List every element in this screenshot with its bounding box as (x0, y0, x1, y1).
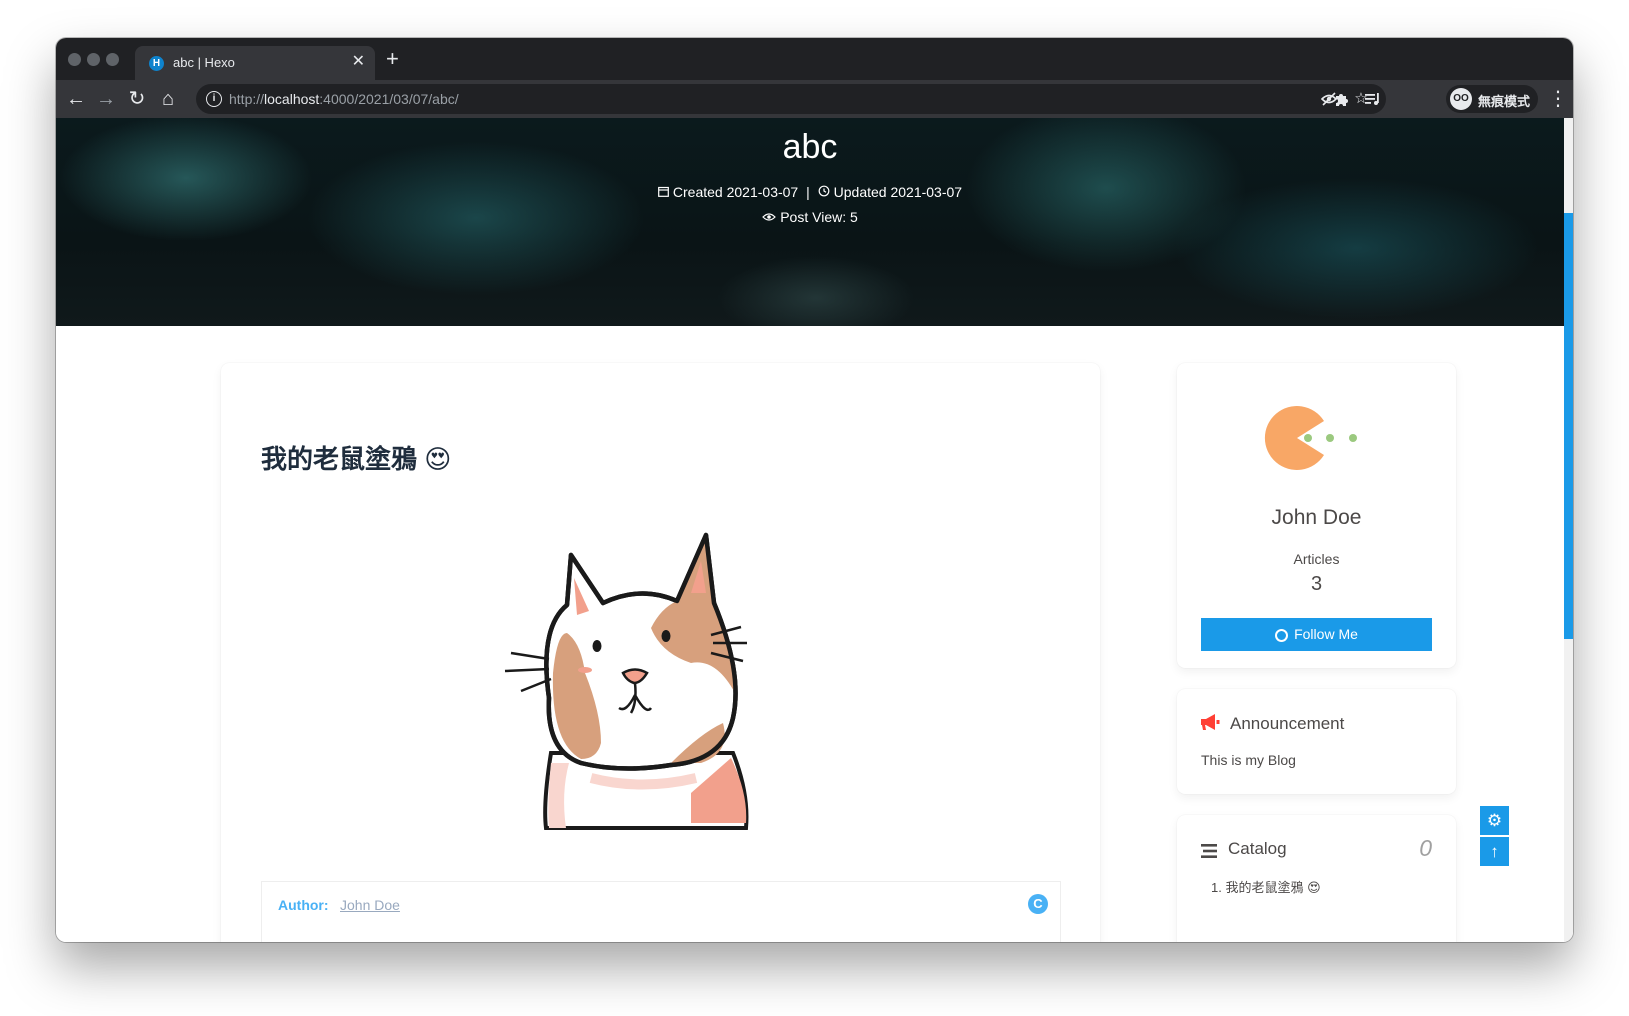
post-views: Post View: 5 (780, 209, 858, 225)
history-icon (818, 185, 830, 200)
settings-button[interactable]: ⚙ (1480, 806, 1509, 835)
articles-count[interactable]: 3 (1177, 573, 1456, 596)
incognito-profile-button[interactable]: OO 無痕模式 (1446, 85, 1538, 113)
incognito-label: 無痕模式 (1478, 94, 1531, 109)
browser-menu-icon[interactable]: ⋮ (1546, 87, 1570, 111)
browser-toolbar: ← → ↻ ⌂ i http://localhost:4000/2021/03/… (56, 80, 1573, 118)
reload-icon[interactable]: ↻ (125, 87, 149, 111)
media-queue-icon[interactable] (1361, 87, 1385, 111)
created-date: Created 2021-03-07 (672, 184, 799, 200)
meta-separator: | (806, 184, 810, 200)
copyright-author-link[interactable]: John Doe (340, 897, 400, 913)
post-header-banner: abc Created 2021-03-07 | Updated 2021-03… (56, 118, 1564, 326)
extensions-puzzle-icon[interactable] (1330, 87, 1354, 111)
back-icon[interactable]: ← (64, 87, 88, 111)
updated-date: Updated 2021-03-07 (833, 184, 963, 200)
announcement-title: Announcement (1230, 714, 1345, 733)
copyright-author-label: Author: (278, 897, 329, 913)
author-info-card: John Doe Articles 3 Follow Me (1177, 363, 1456, 668)
browser-window: H abc | Hexo ✕ + ← → ↻ ⌂ i http://localh… (56, 38, 1573, 942)
home-icon[interactable]: ⌂ (156, 87, 180, 111)
catalog-title: Catalog (1228, 839, 1287, 858)
post-meta-views: Post View: 5 (56, 209, 1564, 225)
copyright-icon: C (1028, 894, 1048, 914)
tab-title: abc | Hexo (173, 55, 235, 70)
address-bar[interactable]: i http://localhost:4000/2021/03/07/abc/ … (196, 84, 1386, 114)
scrollbar-thumb[interactable] (1564, 213, 1573, 639)
stream-icon (1201, 843, 1217, 859)
post-meta-dates: Created 2021-03-07 | Updated 2021-03-07 (56, 184, 1564, 200)
avatar[interactable] (1262, 403, 1372, 473)
articles-label[interactable]: Articles (1177, 551, 1456, 567)
maximize-window-dot[interactable] (106, 53, 119, 66)
catalog-item[interactable]: 1. 我的老鼠塗鴉 😍 (1211, 877, 1321, 896)
cat-drawing-image (501, 523, 766, 833)
github-icon (1275, 629, 1289, 642)
post-title: abc (782, 128, 838, 166)
url-text[interactable]: http://localhost:4000/2021/03/07/abc/ (229, 91, 459, 107)
post-heading: 我的老鼠塗鴉 😍 (261, 444, 452, 474)
tab-close-icon[interactable]: ✕ (352, 52, 365, 72)
announcement-card: Announcement This is my Blog (1177, 689, 1456, 794)
tab-strip: H abc | Hexo ✕ + (56, 38, 1573, 80)
calendar-icon (658, 186, 669, 200)
arrow-up-icon: ↑ (1490, 842, 1499, 861)
incognito-avatar-icon: OO (1450, 88, 1472, 110)
post-copyright-box: Author: John Doe C (261, 881, 1061, 942)
back-to-top-button[interactable]: ↑ (1480, 837, 1509, 866)
site-info-icon[interactable]: i (206, 91, 222, 107)
bullhorn-icon (1199, 713, 1221, 737)
catalog-card: Catalog 0 1. 我的老鼠塗鴉 😍 (1177, 815, 1456, 942)
follow-me-button[interactable]: Follow Me (1201, 618, 1432, 651)
web-page: abc Created 2021-03-07 | Updated 2021-03… (56, 118, 1573, 942)
forward-icon[interactable]: → (94, 87, 118, 111)
eye-icon (762, 211, 777, 225)
announcement-body: This is my Blog (1201, 752, 1296, 768)
tab-active[interactable]: H abc | Hexo ✕ (135, 46, 375, 80)
post-content-card: 我的老鼠塗鴉 😍 Author: John Doe C (221, 363, 1100, 942)
minimize-window-dot[interactable] (87, 53, 100, 66)
hexo-favicon-icon: H (149, 56, 164, 71)
new-tab-icon[interactable]: + (386, 46, 399, 72)
author-name: John Doe (1271, 506, 1362, 529)
gear-icon: ⚙ (1486, 811, 1503, 830)
close-window-dot[interactable] (68, 53, 81, 66)
catalog-progress: 0 (1419, 835, 1432, 861)
